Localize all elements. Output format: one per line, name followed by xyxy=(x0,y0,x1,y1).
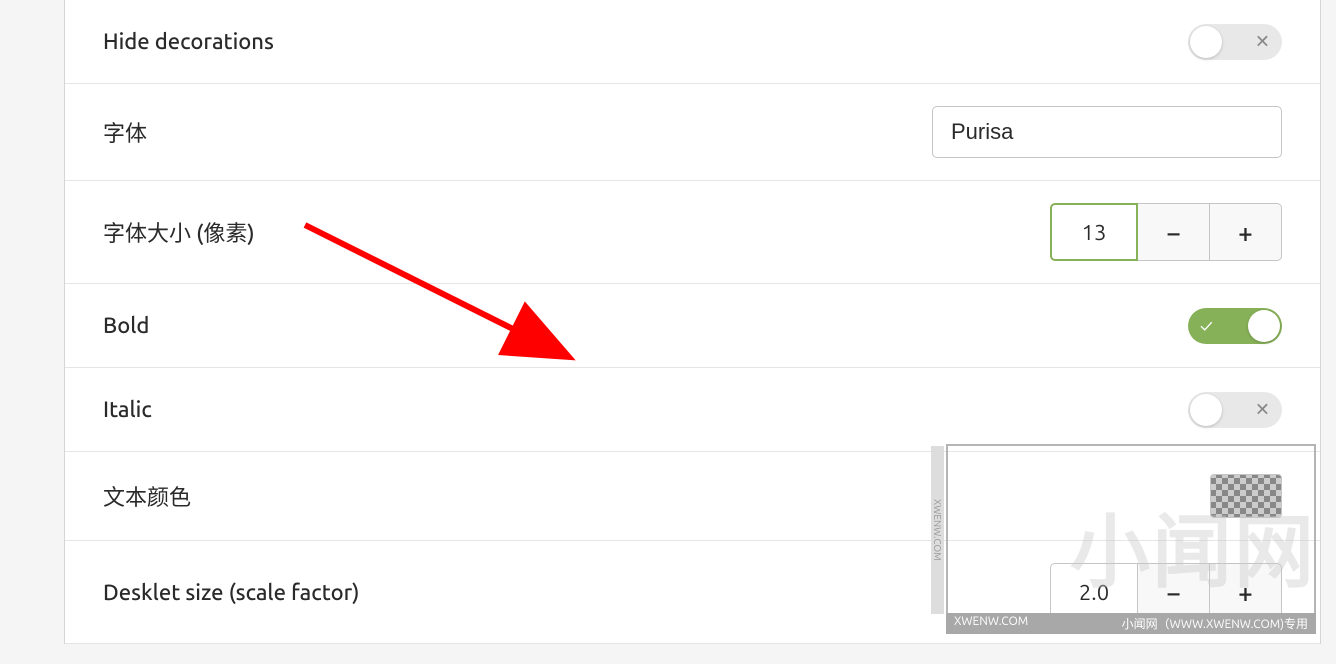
font-size-increase-button[interactable]: + xyxy=(1210,203,1282,261)
plus-icon: + xyxy=(1238,578,1253,607)
x-icon: ✕ xyxy=(1255,31,1270,52)
plus-icon: + xyxy=(1238,218,1253,247)
label-desklet-size: Desklet size (scale factor) xyxy=(103,580,359,605)
watermark-side-text: XWENW.COM xyxy=(931,446,944,614)
watermark-footer-left: XWENW.COM xyxy=(954,615,1028,632)
label-hide-decorations: Hide decorations xyxy=(103,29,274,54)
watermark-footer-right: 小闻网（WWW.XWENW.COM)专用 xyxy=(1122,615,1308,632)
toggle-knob xyxy=(1248,310,1280,342)
label-italic: Italic xyxy=(103,397,152,422)
label-font-size: 字体大小 (像素) xyxy=(103,216,255,248)
check-icon: ✓ xyxy=(1200,316,1213,336)
toggle-bold[interactable]: ✓ xyxy=(1188,308,1282,344)
settings-panel: Hide decorations ✕ 字体 字体大小 (像素) 13 − + B… xyxy=(64,0,1321,644)
toggle-hide-decorations[interactable]: ✕ xyxy=(1188,24,1282,60)
minus-icon: − xyxy=(1166,218,1181,247)
font-size-spinner: 13 − + xyxy=(1050,203,1282,261)
font-size-decrease-button[interactable]: − xyxy=(1138,203,1210,261)
label-text-color: 文本颜色 xyxy=(103,480,191,512)
font-size-value[interactable]: 13 xyxy=(1050,203,1138,261)
minus-icon: − xyxy=(1166,578,1181,607)
x-icon: ✕ xyxy=(1255,399,1270,420)
watermark-footer: XWENW.COM 小闻网（WWW.XWENW.COM)专用 xyxy=(946,613,1316,634)
row-font-size: 字体大小 (像素) 13 − + xyxy=(65,181,1320,284)
font-input[interactable] xyxy=(932,106,1282,158)
row-bold: Bold ✓ xyxy=(65,284,1320,368)
label-font: 字体 xyxy=(103,116,147,148)
row-italic: Italic ✕ xyxy=(65,368,1320,452)
label-bold: Bold xyxy=(103,313,149,338)
toggle-knob xyxy=(1190,26,1222,58)
row-text-color: 文本颜色 xyxy=(65,452,1320,541)
toggle-italic[interactable]: ✕ xyxy=(1188,392,1282,428)
toggle-knob xyxy=(1190,394,1222,426)
text-color-picker[interactable] xyxy=(1210,474,1282,518)
row-hide-decorations: Hide decorations ✕ xyxy=(65,0,1320,84)
row-font: 字体 xyxy=(65,84,1320,181)
